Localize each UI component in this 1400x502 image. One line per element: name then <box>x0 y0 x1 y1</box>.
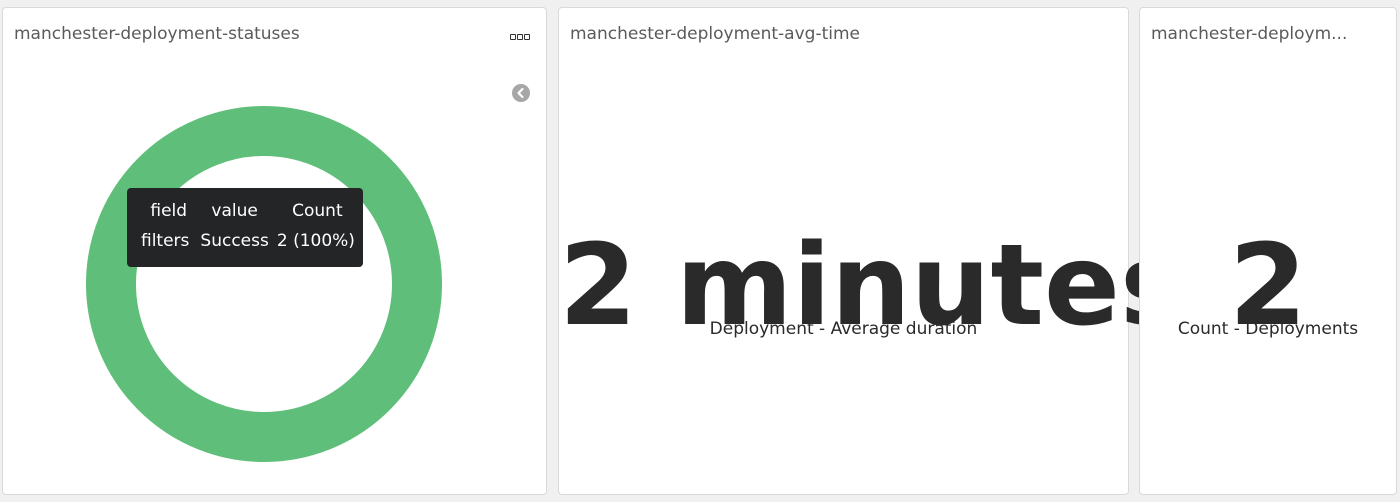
tooltip-header-field: field <box>150 201 188 221</box>
ellipsis-menu-icon[interactable] <box>510 34 530 42</box>
metric-label: Count - Deployments <box>1177 319 1359 339</box>
tooltip-header-value: value <box>211 201 258 221</box>
tooltip-cell-field: filters <box>141 231 190 251</box>
donut-slice-success[interactable] <box>86 106 442 462</box>
tooltip-header-count: Count <box>292 201 343 221</box>
panel-title: manchester-deploym... <box>1151 24 1348 44</box>
panel-deployment-count: manchester-deploym... 2 Count - Deployme… <box>1139 7 1397 495</box>
donut-chart <box>79 99 449 469</box>
dashboard: manchester-deployment-statuses field val… <box>0 0 1400 502</box>
panel-deployment-avg-time: manchester-deployment-avg-time 2 minutes… <box>558 7 1187 495</box>
tooltip-cell-value: Success <box>200 231 269 251</box>
panel-deployment-statuses: manchester-deployment-statuses field val… <box>2 7 547 495</box>
metric-label: Deployment - Average duration <box>709 319 978 339</box>
panel-title: manchester-deployment-avg-time <box>570 24 860 44</box>
tooltip-cell-count: 2 (100%) <box>276 231 355 251</box>
chevron-left-circle-icon[interactable] <box>512 84 530 102</box>
chart-tooltip: field value Count filters Success 2 (100… <box>127 188 363 267</box>
panel-title: manchester-deployment-statuses <box>14 24 300 44</box>
